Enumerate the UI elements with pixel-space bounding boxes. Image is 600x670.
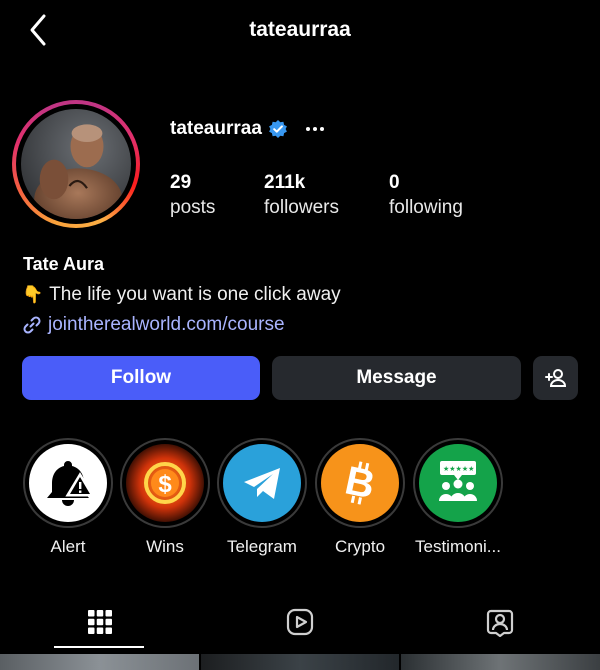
bio-display-name: Tate Aura: [23, 254, 105, 274]
bio-link-text: jointherealworld.com/course: [48, 314, 285, 335]
stat-value: 0: [389, 172, 400, 193]
highlight-alert[interactable]: Alert: [23, 438, 113, 568]
stat-followers[interactable]: 211k followers: [264, 170, 339, 220]
profile-username: tateaurraa: [170, 118, 262, 139]
message-button[interactable]: Message: [272, 356, 521, 400]
tagged-person-icon: [486, 609, 514, 637]
post-thumbnail[interactable]: [401, 654, 600, 670]
highlight-label: Telegram: [227, 537, 297, 556]
reviews-icon: ★★★★★: [439, 461, 477, 501]
post-thumbnail[interactable]: [200, 654, 400, 670]
post-thumbnail[interactable]: [0, 654, 199, 670]
stat-following[interactable]: 0 following: [389, 170, 463, 220]
avatar-photo: [21, 109, 131, 219]
bitcoin-icon: B: [341, 458, 378, 507]
suggested-users-button[interactable]: [533, 356, 578, 400]
highlight-testimonials[interactable]: ★★★★★ Testimoni...: [413, 438, 503, 568]
stat-label: posts: [170, 197, 216, 218]
more-horizontal-icon: [305, 127, 310, 131]
active-tab-indicator: [54, 646, 144, 648]
verified-badge-icon: [268, 120, 287, 138]
bio-text: 👇 The life you want is one click away: [22, 284, 341, 306]
grid-icon: [88, 610, 112, 634]
username-row: tateaurraa: [170, 118, 324, 140]
link-icon: [23, 316, 41, 334]
page-title: tateaurraa: [249, 18, 351, 41]
bio-link[interactable]: jointherealworld.com/course: [22, 314, 285, 336]
stat-label: followers: [264, 197, 339, 218]
follow-button[interactable]: Follow: [22, 356, 260, 400]
highlight-crypto[interactable]: B Crypto: [315, 438, 405, 568]
stat-posts[interactable]: 29 posts: [170, 170, 215, 220]
highlight-label: Testimoni...: [415, 537, 501, 556]
svg-text:★★★★★: ★★★★★: [443, 465, 474, 473]
tab-reels[interactable]: [200, 596, 400, 648]
pointing-down-emoji: 👇: [22, 285, 44, 304]
dollar-fire-icon: $: [144, 462, 186, 504]
profile-avatar[interactable]: [12, 100, 140, 228]
telegram-icon: [244, 468, 280, 499]
tab-tagged[interactable]: [400, 596, 600, 648]
bell-warning-icon: [47, 461, 95, 506]
reels-icon: [286, 608, 314, 636]
profile-tabs: [0, 596, 600, 652]
highlight-label: Crypto: [334, 537, 386, 556]
highlight-wins[interactable]: $ Wins: [120, 438, 210, 568]
stat-label: following: [389, 197, 463, 218]
more-options-button[interactable]: [305, 119, 324, 139]
tab-posts-grid[interactable]: [0, 596, 200, 648]
add-person-icon: [544, 369, 566, 387]
highlight-telegram[interactable]: Telegram: [217, 438, 307, 568]
svg-text:$: $: [158, 471, 172, 498]
top-bar: tateaurraa: [0, 0, 600, 62]
posts-grid-preview: [0, 654, 600, 670]
stat-value: 211k: [264, 172, 306, 193]
bio-line-text: The life you want is one click away: [49, 284, 341, 305]
stat-value: 29: [170, 172, 192, 193]
